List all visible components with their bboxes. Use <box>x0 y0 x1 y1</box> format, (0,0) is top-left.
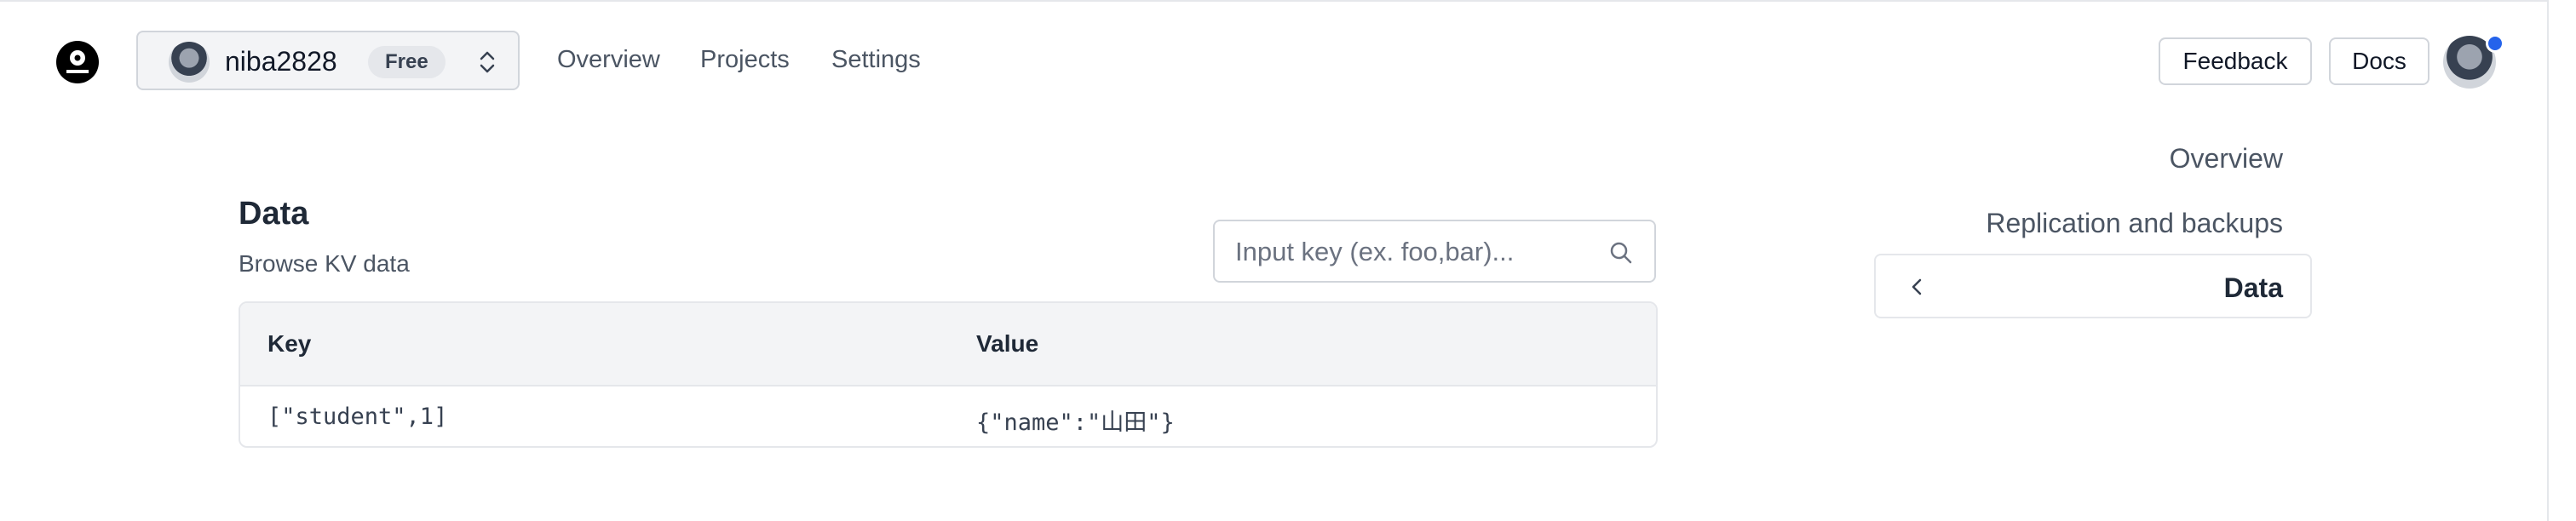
page-subtitle: Browse KV data <box>239 250 410 277</box>
cell-key: ["student",1] <box>267 404 448 430</box>
feedback-button[interactable]: Feedback <box>2159 37 2312 85</box>
team-switcher[interactable]: niba2828 Free <box>136 31 520 90</box>
key-search[interactable] <box>1213 220 1656 283</box>
team-name: niba2828 <box>225 46 337 77</box>
right-scroll-rule <box>2547 0 2549 521</box>
sidebar-item-label: Data <box>2223 272 2283 303</box>
search-input[interactable] <box>1233 232 1595 272</box>
notification-dot <box>2486 34 2504 53</box>
avatar <box>169 42 210 83</box>
docs-button[interactable]: Docs <box>2329 37 2429 85</box>
top-border <box>0 0 2547 2</box>
column-header-value: Value <box>976 330 1039 357</box>
cell-value: {"name":"山田"} <box>976 409 1175 436</box>
nav-settings[interactable]: Settings <box>831 46 921 74</box>
chevron-up-down-icon <box>475 46 499 78</box>
page-title: Data <box>239 196 309 232</box>
search-icon[interactable] <box>1608 240 1634 266</box>
sidebar-item-overview[interactable]: Overview <box>2170 143 2283 175</box>
sidebar-item-data[interactable]: Data <box>1874 254 2312 318</box>
plan-badge: Free <box>368 46 446 78</box>
chevron-left-icon <box>1906 274 1929 300</box>
nav-projects[interactable]: Projects <box>700 46 790 74</box>
logo-icon[interactable] <box>55 39 101 85</box>
table-row[interactable]: ["student",1] {"name":"山田"} <box>240 386 1656 446</box>
nav-overview[interactable]: Overview <box>557 46 660 74</box>
table-header: Key Value <box>240 303 1656 386</box>
sidebar-item-replication[interactable]: Replication and backups <box>1986 208 2283 239</box>
column-header-key: Key <box>267 330 312 357</box>
kv-table: Key Value ["student",1] {"name":"山田"} <box>239 301 1658 448</box>
